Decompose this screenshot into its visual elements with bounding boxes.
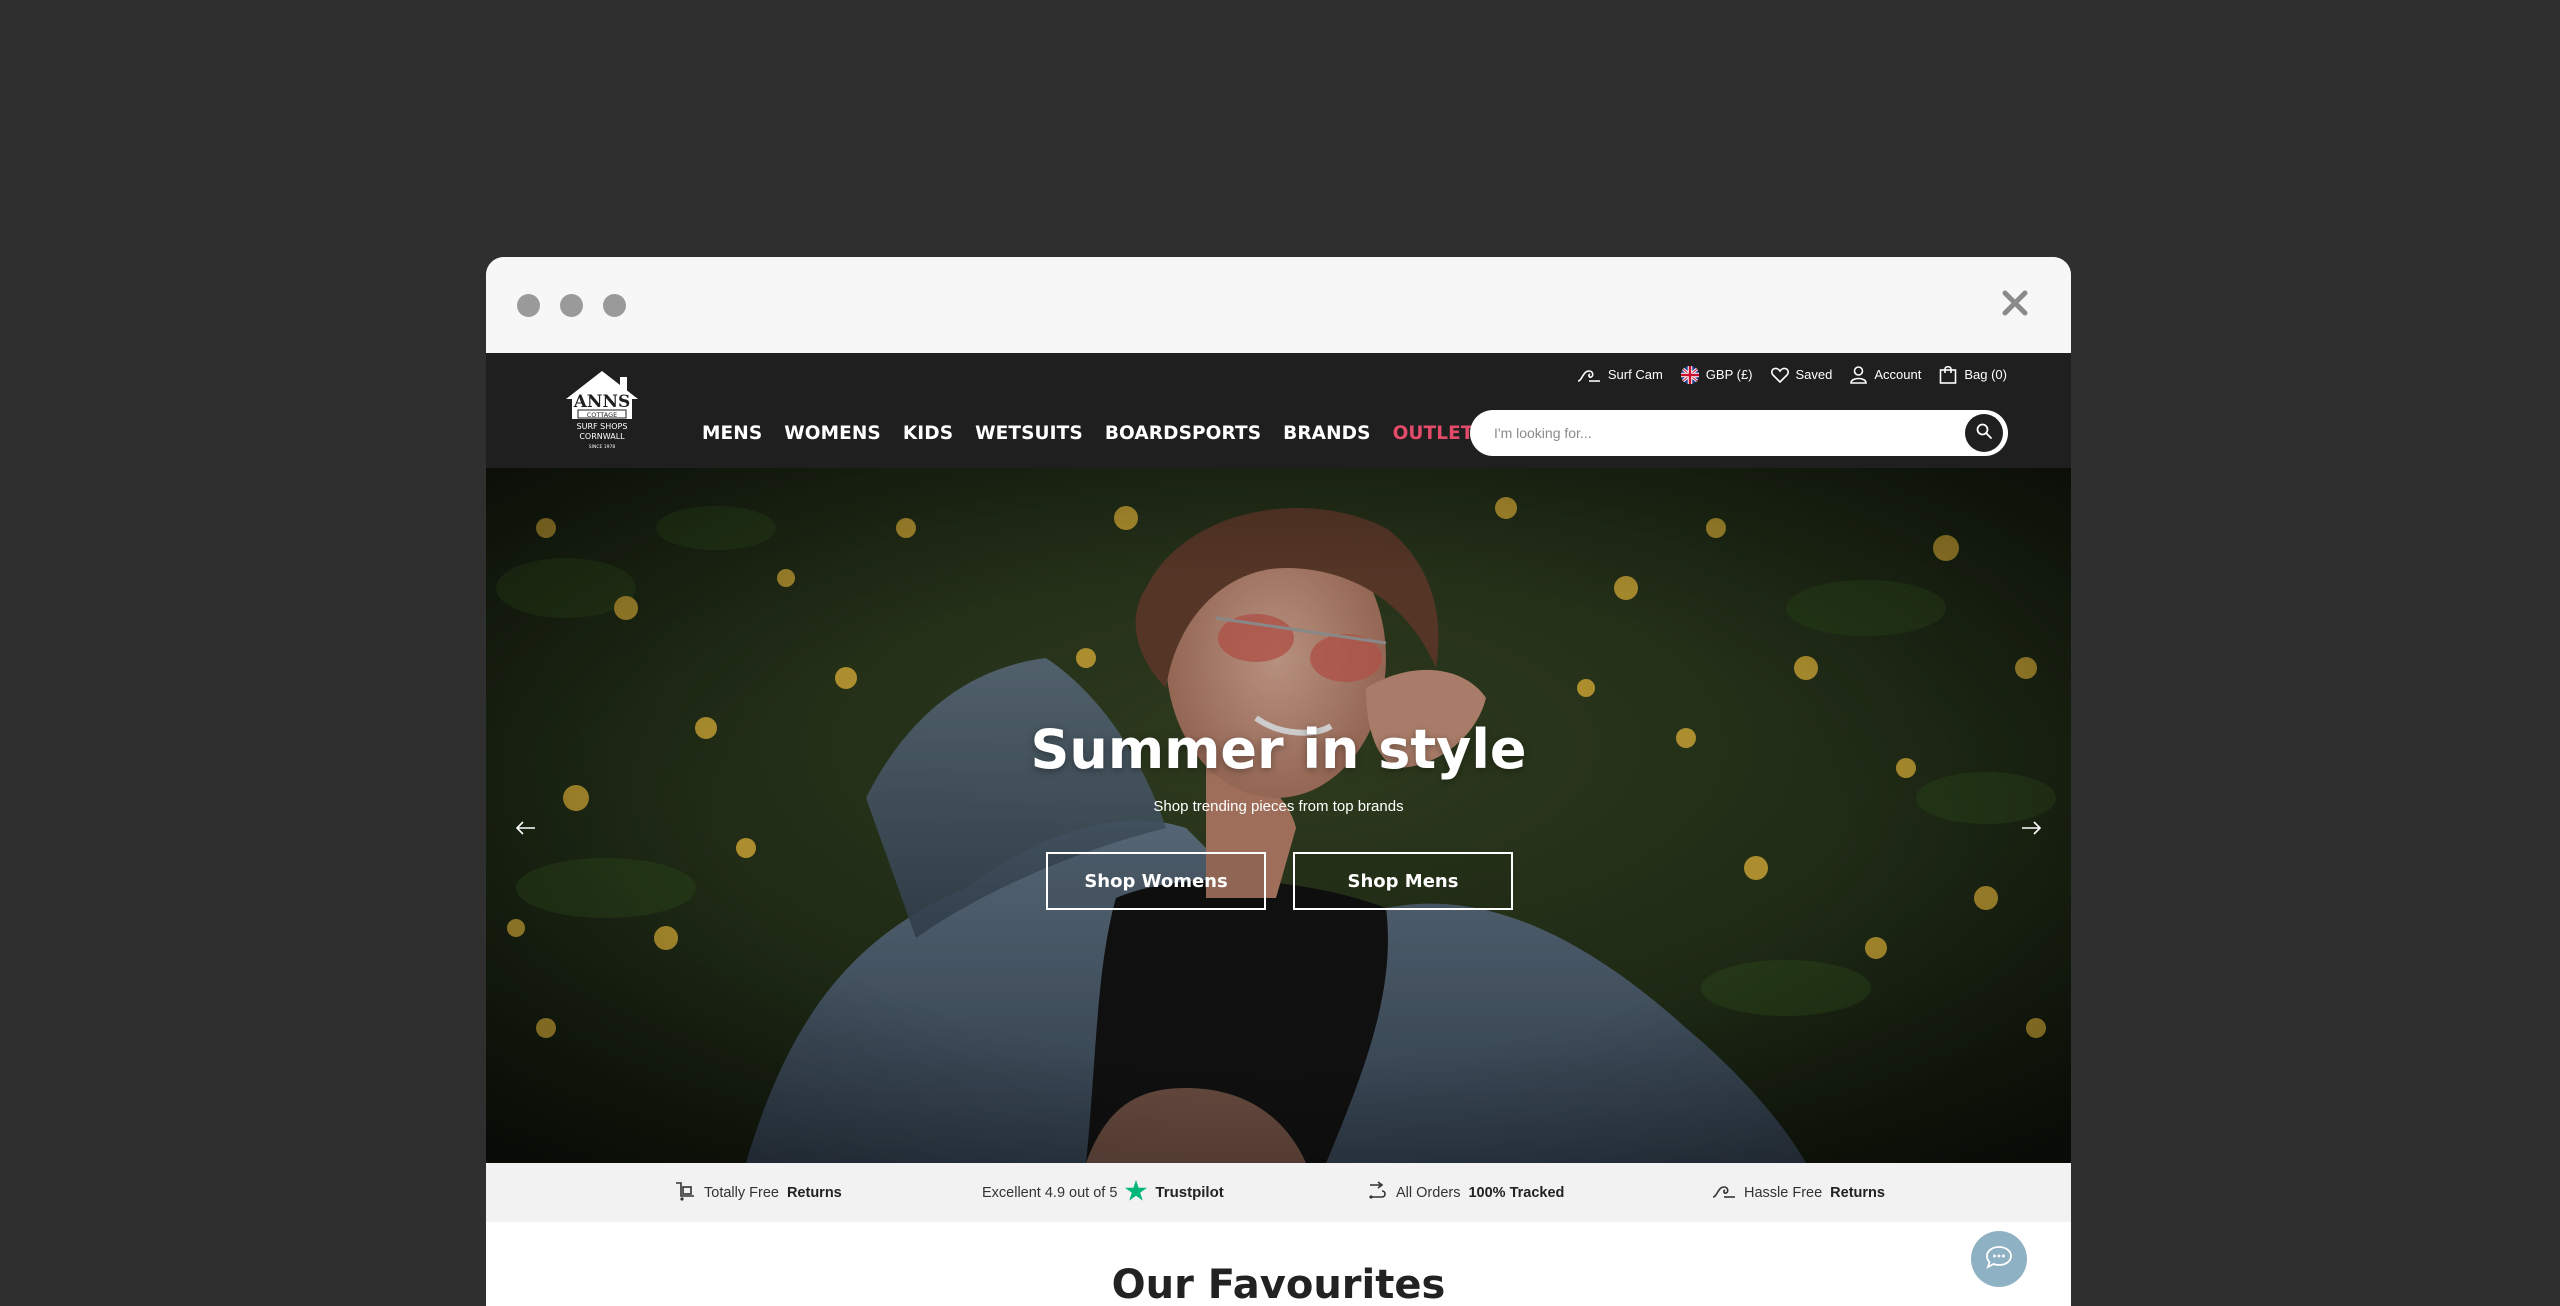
- nav-item-outlet[interactable]: OUTLET: [1393, 423, 1474, 444]
- hero-title: Summer in style: [1030, 718, 1527, 781]
- returns-icon: [674, 1181, 696, 1205]
- usp-4-bold: Returns: [1830, 1184, 1885, 1201]
- usp-2-text: Excellent 4.9 out of 5: [982, 1184, 1118, 1201]
- usp-bar: Totally Free Returns Excellent 4.9 out o…: [486, 1163, 2071, 1222]
- account-link[interactable]: Account: [1850, 365, 1922, 384]
- svg-text:SURF SHOPS: SURF SHOPS: [577, 422, 628, 431]
- chat-button[interactable]: [1971, 1231, 2027, 1287]
- hero-banner: Summer in style Shop trending pieces fro…: [486, 468, 2071, 1163]
- svg-text:ANNS: ANNS: [573, 392, 631, 412]
- uk-flag-icon: [1680, 365, 1699, 384]
- site-header: ANNS COTTAGE SURF SHOPS CORNWALL SINCE 1…: [486, 353, 2071, 468]
- usp-3-text: All Orders: [1396, 1184, 1461, 1201]
- nav-item-kids[interactable]: KIDS: [903, 423, 953, 444]
- account-label: Account: [1874, 367, 1922, 382]
- bag-label: Bag (0): [1964, 367, 2007, 382]
- star-icon: [1125, 1180, 1148, 1205]
- currency-selector[interactable]: GBP (£): [1680, 365, 1753, 384]
- svg-text:COTTAGE: COTTAGE: [587, 411, 617, 419]
- close-icon[interactable]: [1999, 287, 2031, 319]
- wave-icon: [1577, 367, 1601, 383]
- svg-text:CORNWALL: CORNWALL: [579, 432, 625, 441]
- chat-bubble-icon: [1985, 1245, 2013, 1274]
- search-bar: [1470, 410, 2008, 456]
- window-dot-1[interactable]: [517, 294, 540, 317]
- saved-label: Saved: [1795, 367, 1833, 382]
- nav-item-wetsuits[interactable]: WETSUITS: [975, 423, 1083, 444]
- nav-item-boardsports[interactable]: BOARDSPORTS: [1105, 423, 1261, 444]
- surf-cam-link[interactable]: Surf Cam: [1577, 367, 1663, 383]
- shop-womens-button[interactable]: Shop Womens: [1046, 852, 1266, 910]
- search-input[interactable]: [1492, 410, 1952, 456]
- bag-link[interactable]: Bag (0): [1939, 365, 2007, 384]
- arrow-right-icon: [2021, 820, 2042, 840]
- section-title: Our Favourites: [1111, 1262, 1446, 1306]
- nav-item-brands[interactable]: BRANDS: [1283, 423, 1370, 444]
- user-icon: [1850, 365, 1868, 384]
- usp-3-bold: 100% Tracked: [1468, 1184, 1565, 1201]
- heart-icon: [1770, 367, 1789, 383]
- carousel-next-button[interactable]: [2013, 812, 2049, 848]
- saved-link[interactable]: Saved: [1770, 367, 1833, 383]
- browser-window: ANNS COTTAGE SURF SHOPS CORNWALL SINCE 1…: [486, 257, 2071, 1306]
- window-dot-2[interactable]: [560, 294, 583, 317]
- svg-text:SINCE 1978: SINCE 1978: [589, 444, 616, 450]
- trustpilot-brand: Trustpilot: [1155, 1184, 1224, 1201]
- window-chrome: [486, 257, 2071, 353]
- hero-subtitle: Shop trending pieces from top brands: [1153, 798, 1404, 815]
- utility-nav: Surf Cam GBP (£) Saved Account Bag (0): [1577, 365, 2007, 384]
- search-icon: [1976, 423, 1992, 444]
- usp-free-returns: Totally Free Returns: [674, 1163, 842, 1222]
- site-logo[interactable]: ANNS COTTAGE SURF SHOPS CORNWALL SINCE 1…: [562, 369, 642, 453]
- shopping-bag-icon: [1939, 365, 1957, 384]
- usp-tracked: All Orders 100% Tracked: [1368, 1163, 1564, 1222]
- usp-hassle-free: Hassle Free Returns: [1712, 1163, 1885, 1222]
- carousel-prev-button[interactable]: [508, 812, 544, 848]
- currency-label: GBP (£): [1705, 367, 1753, 382]
- usp-4-text: Hassle Free: [1744, 1184, 1823, 1201]
- nav-item-womens[interactable]: WOMENS: [784, 423, 881, 444]
- main-nav: MENS WOMENS KIDS WETSUITS BOARDSPORTS BR…: [702, 423, 1474, 444]
- search-button[interactable]: [1965, 414, 2003, 452]
- shop-mens-button[interactable]: Shop Mens: [1293, 852, 1513, 910]
- usp-1-text: Totally Free: [704, 1184, 779, 1201]
- nav-item-mens[interactable]: MENS: [702, 423, 762, 444]
- arrow-left-icon: [515, 820, 536, 840]
- surf-cam-label: Surf Cam: [1607, 367, 1663, 382]
- usp-trustpilot[interactable]: Excellent 4.9 out of 5 Trustpilot: [982, 1163, 1224, 1222]
- tracking-icon: [1368, 1180, 1388, 1205]
- hero-background-image: [486, 468, 2071, 1163]
- window-dot-3[interactable]: [603, 294, 626, 317]
- usp-1-bold: Returns: [786, 1184, 842, 1201]
- wave-icon: [1712, 1183, 1736, 1203]
